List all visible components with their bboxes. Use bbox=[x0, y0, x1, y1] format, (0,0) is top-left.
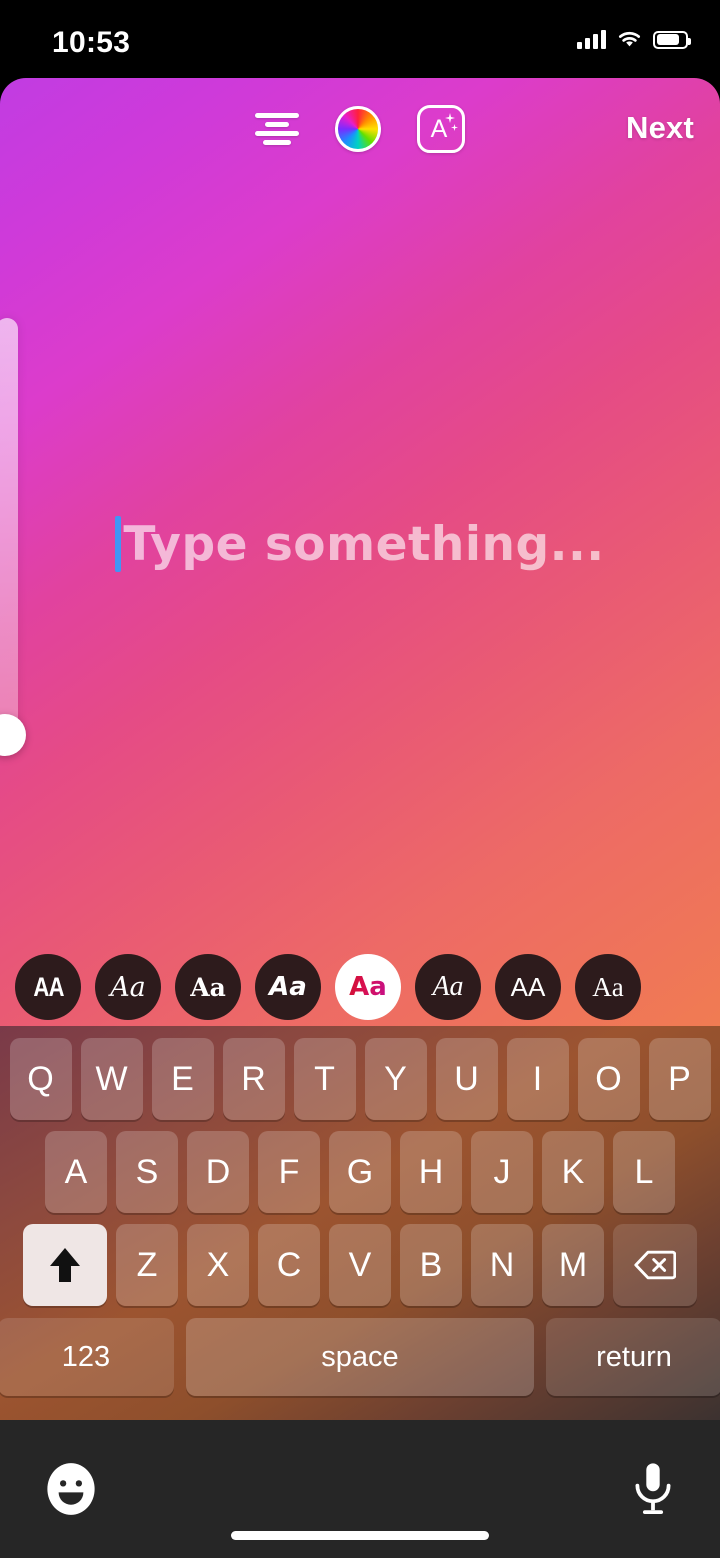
shift-key[interactable] bbox=[23, 1224, 107, 1306]
wifi-icon bbox=[618, 31, 641, 47]
font-chip-rounded[interactable]: Aa bbox=[335, 954, 401, 1020]
status-bar: 10:53 bbox=[0, 0, 720, 78]
key-i[interactable]: I bbox=[506, 1038, 569, 1120]
key-u[interactable]: U bbox=[435, 1038, 498, 1120]
shift-arrow-icon bbox=[50, 1248, 80, 1282]
key-g[interactable]: G bbox=[329, 1131, 391, 1213]
emoji-smiley-icon[interactable] bbox=[44, 1462, 98, 1516]
key-x[interactable]: X bbox=[187, 1224, 249, 1306]
key-l[interactable]: L bbox=[613, 1131, 675, 1213]
instagram-story-text-editor: 10:53 A Next Type something... AA Aa Aa … bbox=[0, 0, 720, 1558]
key-a[interactable]: A bbox=[45, 1131, 107, 1213]
font-chip-bold-italic[interactable]: Aa bbox=[255, 954, 321, 1020]
key-o[interactable]: O bbox=[577, 1038, 640, 1120]
key-k[interactable]: K bbox=[542, 1131, 604, 1213]
keyboard-row-1: Q W E R T Y U I O P bbox=[5, 1038, 715, 1120]
on-screen-keyboard: Q W E R T Y U I O P A S D F G H J K L Z … bbox=[0, 1026, 720, 1420]
key-h[interactable]: H bbox=[400, 1131, 462, 1213]
cellular-signal-icon bbox=[577, 30, 606, 49]
text-input-area[interactable]: Type something... bbox=[0, 78, 720, 1032]
story-canvas[interactable]: A Next Type something... bbox=[0, 78, 720, 1032]
font-chip-script[interactable]: Aa bbox=[95, 954, 161, 1020]
key-e[interactable]: E bbox=[151, 1038, 214, 1120]
battery-icon bbox=[653, 30, 691, 49]
font-chip-serif-italic[interactable]: Aa bbox=[415, 954, 481, 1020]
numbers-key[interactable]: 123 bbox=[0, 1318, 174, 1396]
font-chip-sans[interactable]: AA bbox=[495, 954, 561, 1020]
keyboard-row-3: Z X C V B N M bbox=[5, 1224, 715, 1306]
key-z[interactable]: Z bbox=[116, 1224, 178, 1306]
key-b[interactable]: B bbox=[400, 1224, 462, 1306]
return-key[interactable]: return bbox=[546, 1318, 720, 1396]
space-key[interactable]: space bbox=[186, 1318, 534, 1396]
status-bar-clock: 10:53 bbox=[52, 26, 131, 59]
key-j[interactable]: J bbox=[471, 1131, 533, 1213]
text-placeholder: Type something... bbox=[123, 516, 605, 572]
key-v[interactable]: V bbox=[329, 1224, 391, 1306]
home-indicator-bar bbox=[231, 1531, 489, 1540]
key-m[interactable]: M bbox=[542, 1224, 604, 1306]
text-cursor bbox=[115, 516, 122, 572]
key-w[interactable]: W bbox=[80, 1038, 143, 1120]
key-y[interactable]: Y bbox=[364, 1038, 427, 1120]
microphone-icon[interactable] bbox=[630, 1460, 676, 1518]
font-chip-slab[interactable]: Aa bbox=[175, 954, 241, 1020]
key-c[interactable]: C bbox=[258, 1224, 320, 1306]
key-d[interactable]: D bbox=[187, 1131, 249, 1213]
font-chip-serif[interactable]: Aa bbox=[575, 954, 641, 1020]
keyboard-bottom-bar bbox=[0, 1420, 720, 1558]
key-t[interactable]: T bbox=[293, 1038, 356, 1120]
key-n[interactable]: N bbox=[471, 1224, 533, 1306]
key-s[interactable]: S bbox=[116, 1131, 178, 1213]
keyboard-row-2: A S D F G H J K L bbox=[5, 1131, 715, 1213]
key-r[interactable]: R bbox=[222, 1038, 285, 1120]
key-q[interactable]: Q bbox=[9, 1038, 72, 1120]
key-f[interactable]: F bbox=[258, 1131, 320, 1213]
font-chip-condensed[interactable]: AA bbox=[15, 954, 81, 1020]
font-style-selector: AA Aa Aa Aa Aa Aa AA Aa bbox=[0, 948, 720, 1026]
keyboard-row-4: 123 space return bbox=[0, 1318, 720, 1396]
key-p[interactable]: P bbox=[648, 1038, 711, 1120]
status-bar-indicators bbox=[577, 30, 691, 49]
backspace-delete-icon bbox=[634, 1250, 676, 1280]
backspace-key[interactable] bbox=[613, 1224, 697, 1306]
